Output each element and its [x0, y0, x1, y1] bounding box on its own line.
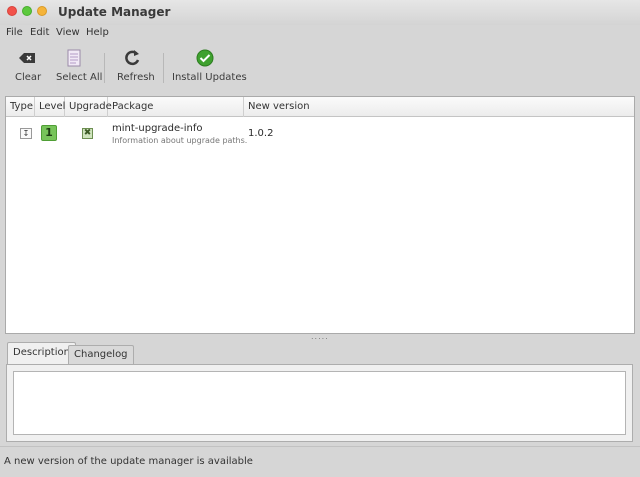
document-icon [67, 49, 81, 67]
package-version: 1.0.2 [248, 128, 274, 139]
title-bar: Update Manager [0, 0, 640, 25]
clear-button[interactable]: Clear [12, 43, 44, 89]
install-updates-button[interactable]: Install Updates [170, 43, 247, 89]
column-new-version[interactable]: New version [244, 97, 634, 117]
toolbar-separator [104, 53, 105, 83]
table-row[interactable]: ↧ 1 ✖ mint-upgrade-info Information abou… [6, 119, 634, 147]
status-message: A new version of the update manager is a… [4, 456, 253, 467]
refresh-label: Refresh [117, 72, 155, 83]
window-title: Update Manager [58, 5, 171, 19]
package-name: mint-upgrade-info [112, 123, 203, 134]
tab-description[interactable]: Description [7, 342, 76, 364]
menu-view[interactable]: View [56, 27, 80, 38]
refresh-icon [125, 50, 140, 66]
column-type[interactable]: Type [6, 97, 35, 117]
table-header: Type Level Upgrade Package New version [6, 97, 634, 117]
tab-changelog[interactable]: Changelog [68, 345, 134, 364]
refresh-button[interactable]: Refresh [113, 43, 157, 89]
close-window-button[interactable] [7, 6, 17, 16]
menu-edit[interactable]: Edit [30, 27, 49, 38]
maximize-window-button[interactable] [37, 6, 47, 16]
install-updates-label: Install Updates [172, 72, 247, 83]
update-manager-window: Update Manager File Edit View Help Clear… [0, 0, 640, 477]
tab-panel [6, 364, 633, 442]
menu-bar: File Edit View Help [0, 25, 640, 41]
upgrade-checkbox[interactable]: ✖ [82, 128, 93, 139]
package-list: Type Level Upgrade Package New version ↧… [5, 96, 635, 334]
minimize-window-button[interactable] [22, 6, 32, 16]
pane-resize-handle[interactable]: ..... [311, 333, 331, 341]
menu-help[interactable]: Help [86, 27, 109, 38]
toolbar-separator [163, 53, 164, 83]
download-icon: ↧ [20, 128, 32, 139]
column-level[interactable]: Level [35, 97, 65, 117]
level-badge: 1 [41, 125, 57, 141]
backspace-icon [19, 53, 35, 63]
clear-label: Clear [15, 72, 42, 83]
check-circle-icon [196, 49, 214, 67]
menu-file[interactable]: File [6, 27, 23, 38]
description-text-area[interactable] [13, 371, 626, 435]
toolbar: Clear Select All Refresh Install Updates [0, 43, 640, 91]
status-bar: A new version of the update manager is a… [0, 446, 640, 477]
column-package[interactable]: Package [108, 97, 244, 117]
select-all-button[interactable]: Select All [53, 43, 103, 89]
select-all-label: Select All [56, 72, 103, 83]
column-upgrade[interactable]: Upgrade [65, 97, 112, 117]
package-description: Information about upgrade paths. [112, 136, 248, 145]
